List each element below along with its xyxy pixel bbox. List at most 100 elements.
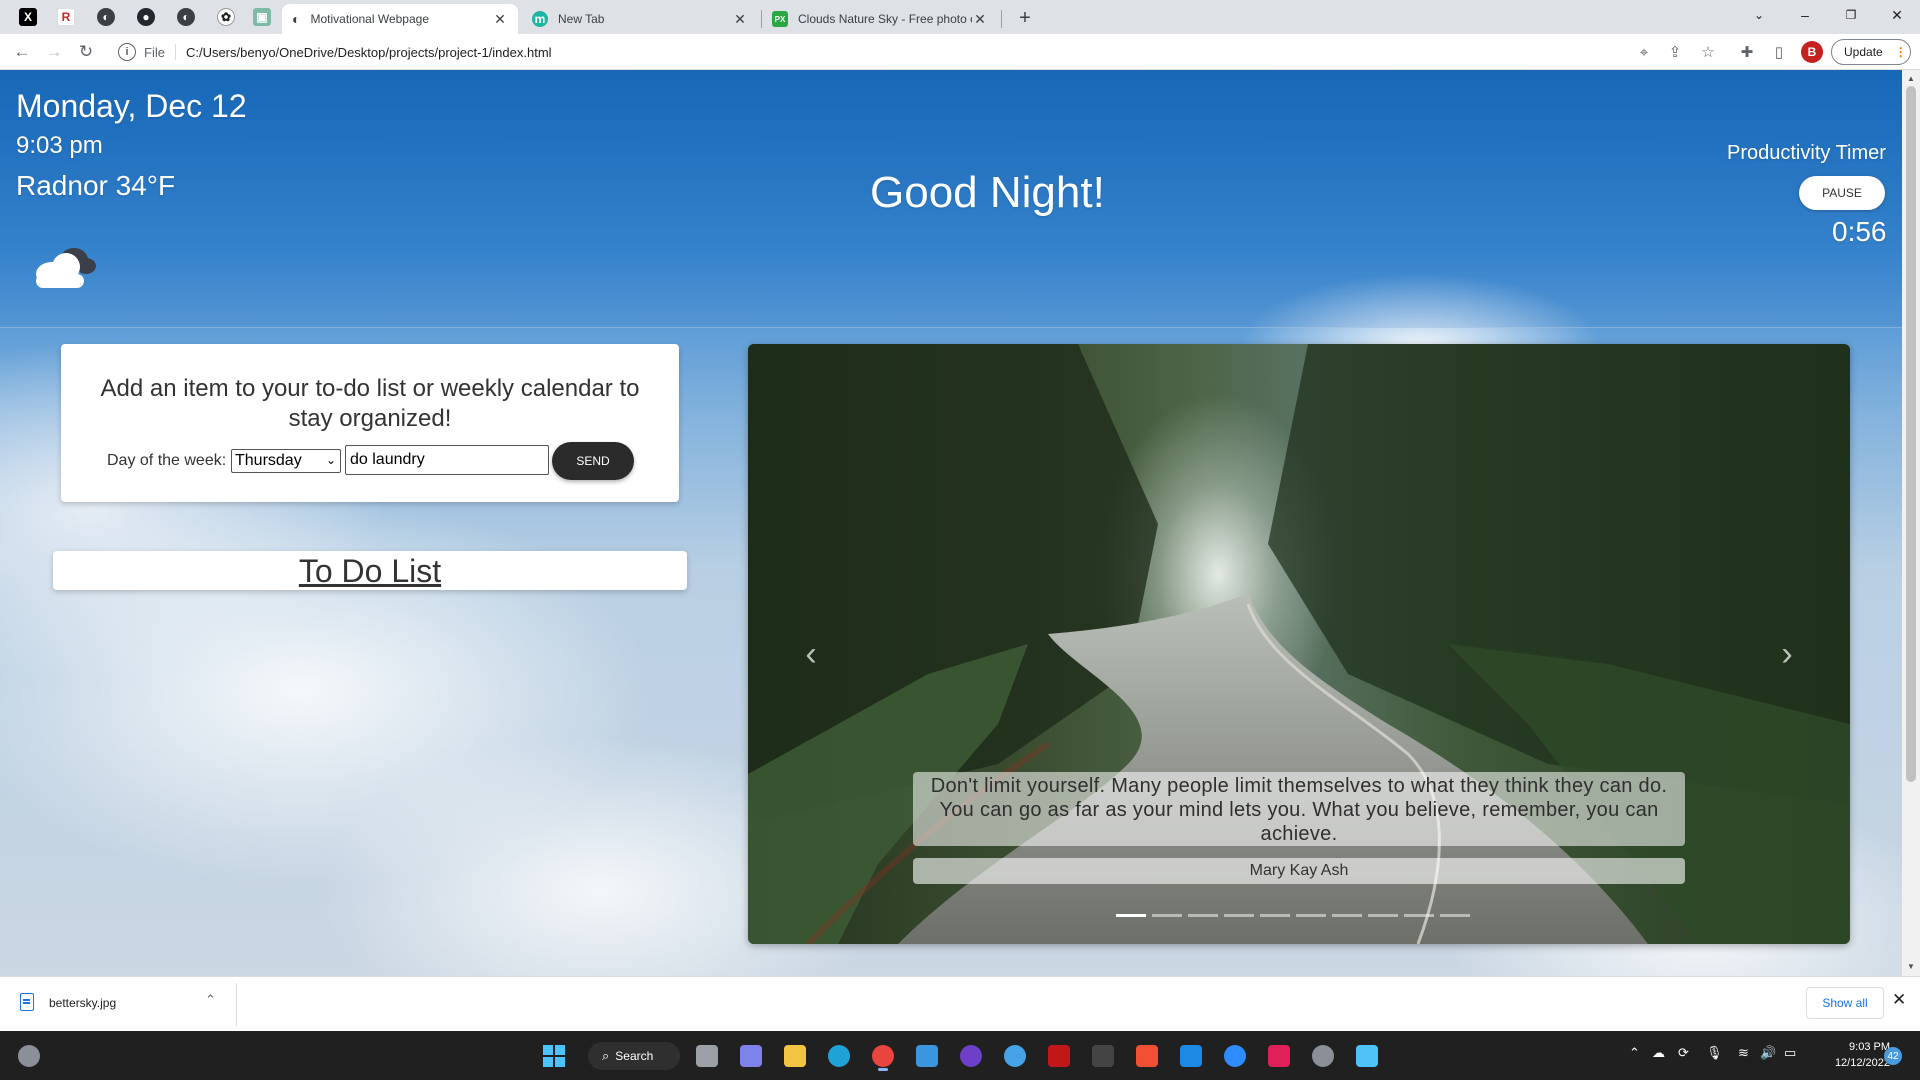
close-icon[interactable]: ✕ <box>1892 990 1906 1010</box>
microphone-icon[interactable]: 🎙 <box>1706 1045 1723 1061</box>
taskbar-clock[interactable]: 9:03 PM 12/12/2022 <box>1810 1039 1890 1071</box>
onedrive-icon[interactable]: ☁ <box>1652 1045 1665 1061</box>
active-app-indicator <box>878 1068 888 1071</box>
taskbar-app-zoom[interactable] <box>1218 1039 1252 1073</box>
pinned-tab-openai[interactable]: ✿ <box>206 0 246 34</box>
url-separator <box>174 44 176 60</box>
carousel-indicator[interactable] <box>1224 914 1254 917</box>
chevron-up-icon[interactable]: ⌃ <box>205 992 216 1008</box>
taskbar-app-file-explorer[interactable] <box>778 1039 812 1073</box>
notification-badge[interactable]: 42 <box>1884 1047 1902 1065</box>
taskbar-app-terminal[interactable] <box>1086 1039 1120 1073</box>
windows-logo-icon <box>543 1045 565 1067</box>
todo-list-title[interactable]: To Do List <box>53 553 687 590</box>
back-button[interactable]: ← <box>8 38 36 66</box>
address-bar[interactable]: i File C:/Users/benyo/OneDrive/Desktop/p… <box>108 38 1690 66</box>
location-icon[interactable]: ⌖ <box>1632 40 1656 64</box>
minimize-button[interactable]: – <box>1782 0 1828 30</box>
new-tab-button[interactable]: + <box>1011 4 1039 32</box>
quote-text: Don't limit yourself. Many people limit … <box>930 775 1668 845</box>
extensions-icon[interactable]: ✚ <box>1735 40 1759 64</box>
pinned-tab-r[interactable]: R <box>46 0 86 34</box>
app-icon: ▣ <box>253 8 271 26</box>
taskbar-app-weather-app[interactable] <box>998 1039 1032 1073</box>
battery-icon[interactable]: ▭ <box>1784 1045 1796 1061</box>
edge-icon <box>828 1045 850 1067</box>
carousel-indicator[interactable] <box>1368 914 1398 917</box>
bookmark-star-icon[interactable]: ☆ <box>1696 40 1720 64</box>
close-tab-icon[interactable]: ✕ <box>972 11 988 28</box>
task-input[interactable]: do laundry <box>345 445 549 475</box>
carousel-indicator[interactable] <box>1116 914 1146 917</box>
carousel-indicator[interactable] <box>1296 914 1326 917</box>
weather-readout: Radnor 34°F <box>16 170 176 201</box>
profile-avatar[interactable]: B <box>1801 41 1823 63</box>
tab-strip: X R ◐ ● ◐ ✿ ▣ ◐ Motivational Webpage ✕ m… <box>0 0 1920 34</box>
taskbar-app-settings[interactable] <box>1306 1039 1340 1073</box>
download-file-name[interactable]: bettersky.jpg <box>49 996 116 1010</box>
tray-overflow-icon[interactable]: ⌃ <box>1629 1045 1640 1061</box>
volume-icon[interactable]: 🔊 <box>1760 1045 1776 1061</box>
day-of-week-label: Day of the week: <box>107 452 227 469</box>
start-button[interactable] <box>537 1039 571 1073</box>
close-tab-icon[interactable]: ✕ <box>732 11 748 28</box>
taskbar-app-chrome[interactable] <box>866 1039 900 1073</box>
search-icon: ⌕ <box>602 1048 610 1063</box>
widgets-button[interactable] <box>12 1039 46 1073</box>
menu-dots-icon: ⋮ <box>1894 45 1907 59</box>
tab-separator <box>1001 10 1002 28</box>
taskbar-app-task-view[interactable] <box>690 1039 724 1073</box>
side-panel-icon[interactable]: ▯ <box>1767 40 1791 64</box>
send-button[interactable]: SEND <box>552 442 634 480</box>
share-icon[interactable]: ⇪ <box>1663 40 1687 64</box>
close-tab-icon[interactable]: ✕ <box>492 11 508 28</box>
pinned-tab-github[interactable]: ● <box>126 0 166 34</box>
scroll-up-icon[interactable]: ▲ <box>1905 74 1917 83</box>
carousel-indicator[interactable] <box>1404 914 1434 917</box>
pinned-tab-app[interactable]: ▣ <box>242 0 282 34</box>
update-button[interactable]: Update ⋮ <box>1831 39 1911 65</box>
tab-clouds-nature-sky[interactable]: PX Clouds Nature Sky - Free photo o ✕ <box>762 4 998 34</box>
github-desktop-icon <box>960 1045 982 1067</box>
url-scheme: File <box>144 44 165 60</box>
taskbar-app-mcafee[interactable] <box>1042 1039 1076 1073</box>
tab-motivational-webpage[interactable]: ◐ Motivational Webpage ✕ <box>282 4 518 34</box>
carousel-indicator[interactable] <box>1152 914 1182 917</box>
taskbar-app-vscode[interactable] <box>1174 1039 1208 1073</box>
taskbar-app-slack[interactable] <box>1262 1039 1296 1073</box>
taskbar-app-store[interactable] <box>910 1039 944 1073</box>
close-window-button[interactable]: ✕ <box>1874 0 1920 30</box>
taskbar-app-git[interactable] <box>1130 1039 1164 1073</box>
scroll-down-icon[interactable]: ▼ <box>1905 962 1917 971</box>
taskbar-app-notepad[interactable] <box>1350 1039 1384 1073</box>
taskbar-app-edge[interactable] <box>822 1039 856 1073</box>
info-icon[interactable]: i <box>118 43 136 61</box>
current-time: 9:03 pm <box>16 132 103 159</box>
forward-button[interactable]: → <box>40 38 68 66</box>
show-all-button[interactable]: Show all <box>1806 987 1884 1019</box>
px-icon: PX <box>772 11 788 27</box>
carousel-next-button[interactable]: › <box>1772 634 1802 674</box>
carousel-indicator[interactable] <box>1260 914 1290 917</box>
carousel-prev-button[interactable]: ‹ <box>796 634 826 674</box>
carousel-indicator[interactable] <box>1332 914 1362 917</box>
pause-button[interactable]: PAUSE <box>1799 176 1885 210</box>
carousel-indicator[interactable] <box>1188 914 1218 917</box>
day-of-week-select[interactable]: Thursday ⌄ <box>231 449 341 473</box>
sync-icon[interactable]: ⟳ <box>1678 1045 1689 1061</box>
tab-search-button[interactable]: ⌄ <box>1736 0 1782 30</box>
scrollbar-thumb[interactable] <box>1906 86 1916 782</box>
pinned-tab-x[interactable]: X <box>8 0 48 34</box>
taskbar-app-github-desktop[interactable] <box>954 1039 988 1073</box>
wifi-icon[interactable]: ≋ <box>1738 1045 1749 1061</box>
taskbar-app-teams-chat[interactable] <box>734 1039 768 1073</box>
restore-button[interactable]: ❐ <box>1828 0 1874 30</box>
tab-new-tab[interactable]: m New Tab ✕ <box>522 4 758 34</box>
carousel-indicator[interactable] <box>1440 914 1470 917</box>
taskbar-search[interactable]: ⌕ Search <box>588 1042 680 1070</box>
reload-button[interactable]: ↻ <box>72 38 100 66</box>
pinned-tab-globe-2[interactable]: ◐ <box>166 0 206 34</box>
pinned-tab-globe[interactable]: ◐ <box>86 0 126 34</box>
clock-date: 12/12/2022 <box>1834 1057 1890 1069</box>
git-icon <box>1136 1045 1158 1067</box>
